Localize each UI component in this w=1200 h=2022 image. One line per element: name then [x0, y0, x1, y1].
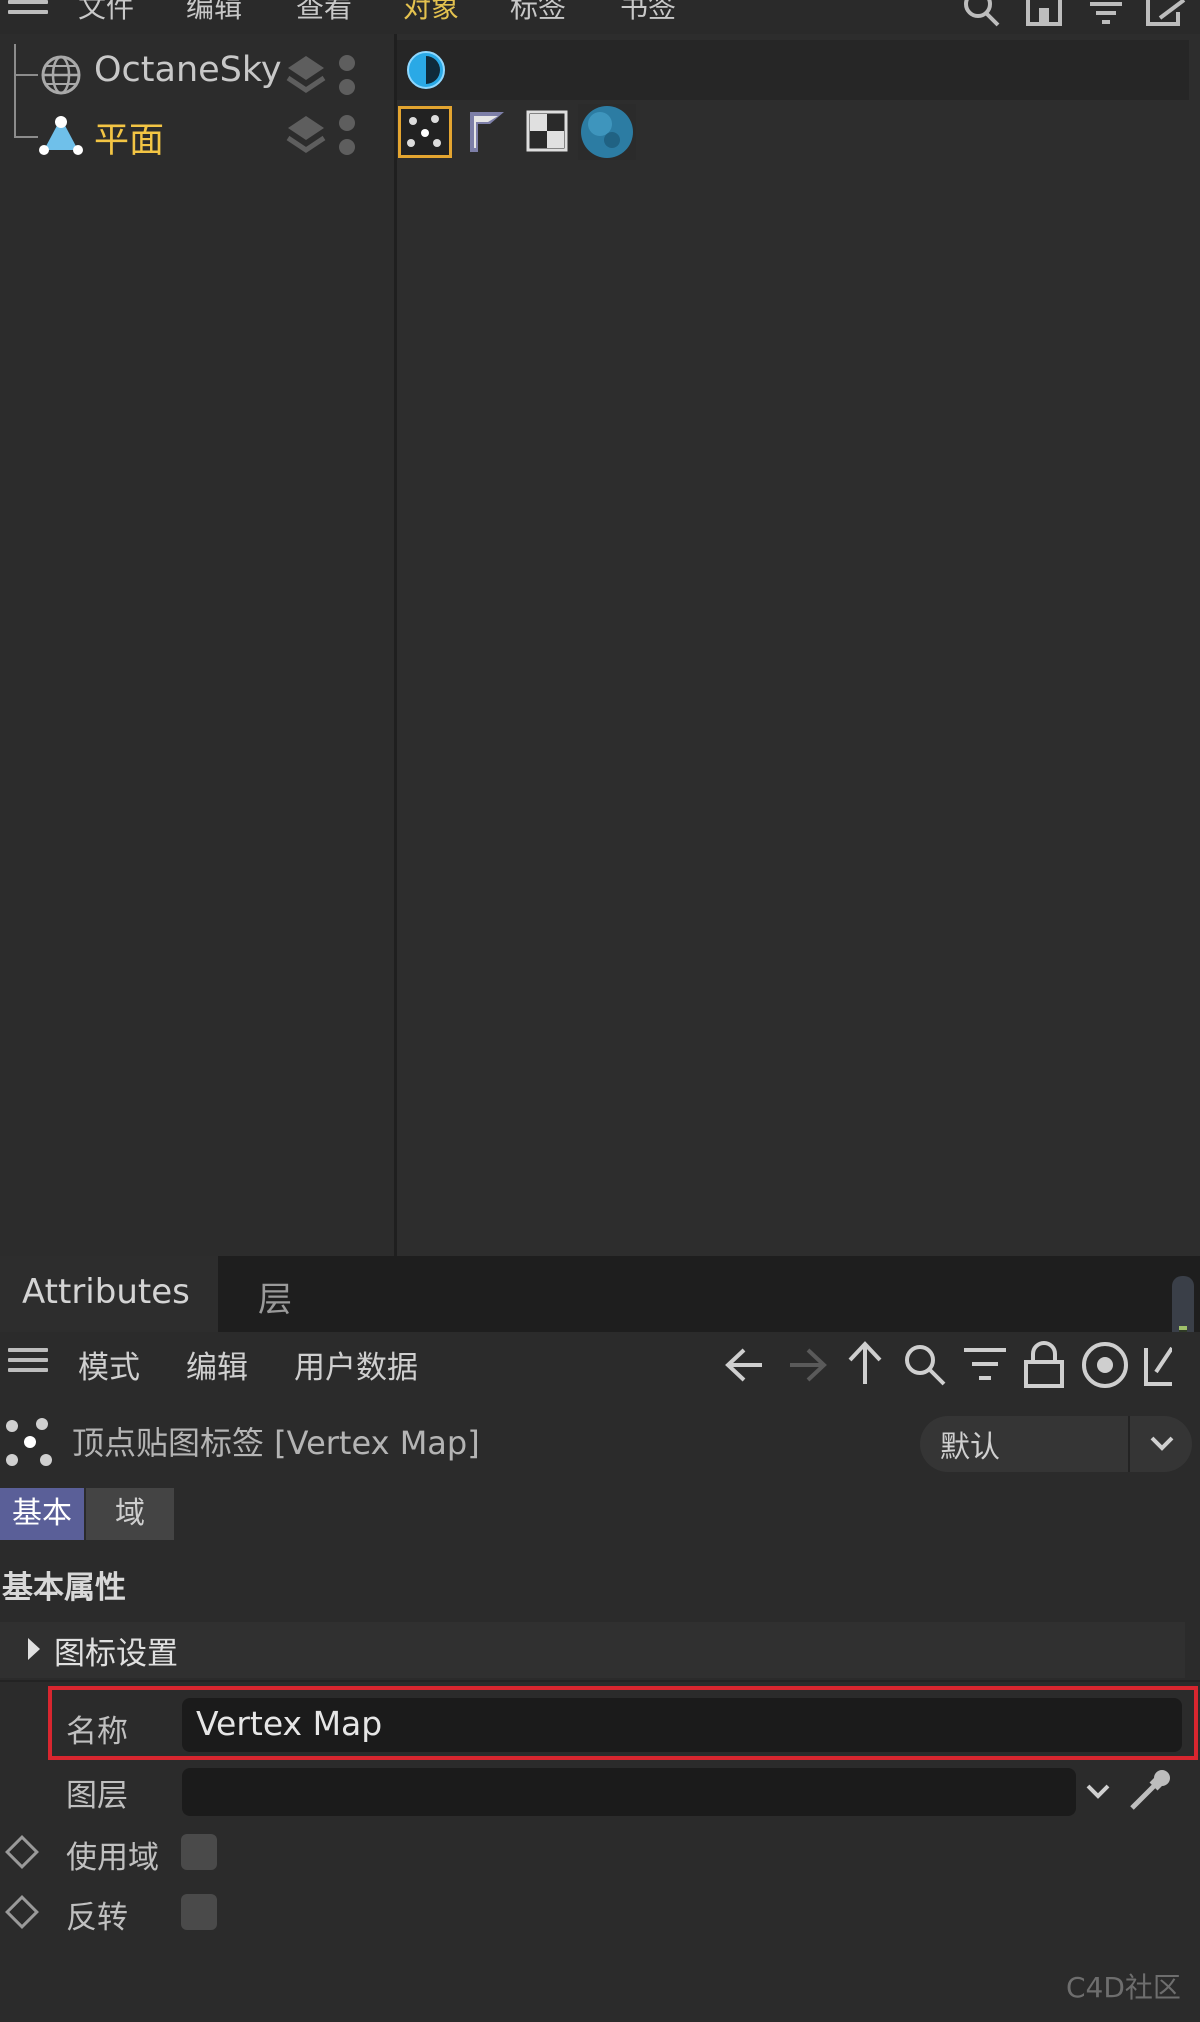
tab-field[interactable]: 域	[86, 1488, 174, 1540]
target-icon[interactable]	[1080, 1340, 1130, 1390]
chevron-down-icon[interactable]	[1084, 1780, 1112, 1804]
vertex-map-icon	[6, 1418, 52, 1466]
home-icon[interactable]	[1024, 0, 1064, 28]
menu-bar	[0, 0, 1200, 34]
preset-dropdown[interactable]: 默认	[920, 1416, 1192, 1472]
object-tree-panel	[0, 34, 394, 1256]
tags-panel	[397, 34, 1200, 1256]
use-field-label: 使用域	[66, 1840, 159, 1876]
menu-file[interactable]: 文件	[78, 0, 134, 26]
tab-basic[interactable]: 基本	[0, 1488, 84, 1540]
divider	[0, 1680, 1200, 1682]
invert-checkbox[interactable]	[181, 1894, 217, 1930]
layer-icon[interactable]	[286, 114, 326, 156]
forward-arrow-icon[interactable]	[782, 1344, 830, 1386]
search-icon[interactable]	[902, 1342, 948, 1388]
chevron-down-icon	[1150, 1436, 1174, 1451]
menu-bookmarks[interactable]: 书签	[620, 0, 676, 26]
visibility-dots-icon[interactable]	[337, 112, 357, 158]
new-window-icon[interactable]	[1142, 1340, 1172, 1388]
menu-view[interactable]: 查看	[296, 0, 352, 26]
phong-tag-icon[interactable]	[466, 108, 510, 156]
layer-input[interactable]	[182, 1768, 1076, 1816]
watermark: C4D社区	[1066, 1971, 1181, 2004]
filter-icon[interactable]	[962, 1344, 1008, 1386]
object-name-octanesky[interactable]: OctaneSky	[94, 50, 282, 90]
name-label: 名称	[66, 1714, 128, 1750]
use-field-checkbox[interactable]	[181, 1834, 217, 1870]
tree-line	[14, 136, 38, 138]
menu-edit[interactable]: 编辑	[186, 0, 242, 26]
layer-icon[interactable]	[286, 54, 326, 96]
layer-label: 图层	[66, 1778, 128, 1814]
menu-user-data[interactable]: 用户数据	[294, 1342, 418, 1387]
menu-object[interactable]: 对象	[403, 0, 459, 26]
lock-icon[interactable]	[1022, 1340, 1066, 1388]
globe-icon	[41, 55, 81, 95]
hamburger-menu-icon[interactable]	[8, 0, 48, 22]
dropdown-separator	[1128, 1416, 1130, 1472]
vertex-map-tag-selected[interactable]	[398, 106, 452, 158]
filter-icon[interactable]	[1086, 0, 1126, 28]
tag-row-octanesky	[397, 40, 1189, 100]
expand-triangle-icon[interactable]	[26, 1636, 42, 1662]
visibility-dots-icon[interactable]	[337, 52, 357, 98]
plane-object-icon	[39, 116, 83, 155]
menu-edit-attr[interactable]: 编辑	[186, 1342, 248, 1387]
tree-line	[14, 44, 16, 136]
object-title: 顶点贴图标签 [Vertex Map]	[72, 1424, 480, 1462]
menu-mode[interactable]: 模式	[78, 1342, 140, 1387]
group-title: 图标设置	[54, 1636, 178, 1672]
uvw-tag-icon[interactable]	[526, 110, 568, 152]
name-input[interactable]: Vertex Map	[182, 1698, 1182, 1752]
new-window-icon[interactable]	[1144, 0, 1188, 28]
invert-label: 反转	[66, 1900, 128, 1936]
object-name-plane[interactable]: 平面	[94, 112, 164, 163]
section-title: 基本属性	[2, 1570, 126, 1606]
tree-line	[14, 74, 38, 76]
menu-tags[interactable]: 标签	[510, 0, 566, 26]
attributes-menu-icon[interactable]	[8, 1348, 48, 1372]
up-arrow-icon[interactable]	[842, 1340, 888, 1388]
material-tag-icon[interactable]	[578, 104, 636, 160]
tab-layers[interactable]: 层	[258, 1272, 292, 1321]
search-icon[interactable]	[962, 0, 1002, 28]
preset-value: 默认	[940, 1430, 1000, 1465]
vertex-map-icon	[407, 115, 441, 147]
back-arrow-icon[interactable]	[722, 1344, 770, 1386]
octane-sky-tag-icon[interactable]	[404, 48, 448, 92]
eyedropper-icon[interactable]	[1124, 1766, 1174, 1816]
name-input-value: Vertex Map	[196, 1704, 383, 1743]
tab-attributes[interactable]: Attributes	[22, 1272, 190, 1312]
